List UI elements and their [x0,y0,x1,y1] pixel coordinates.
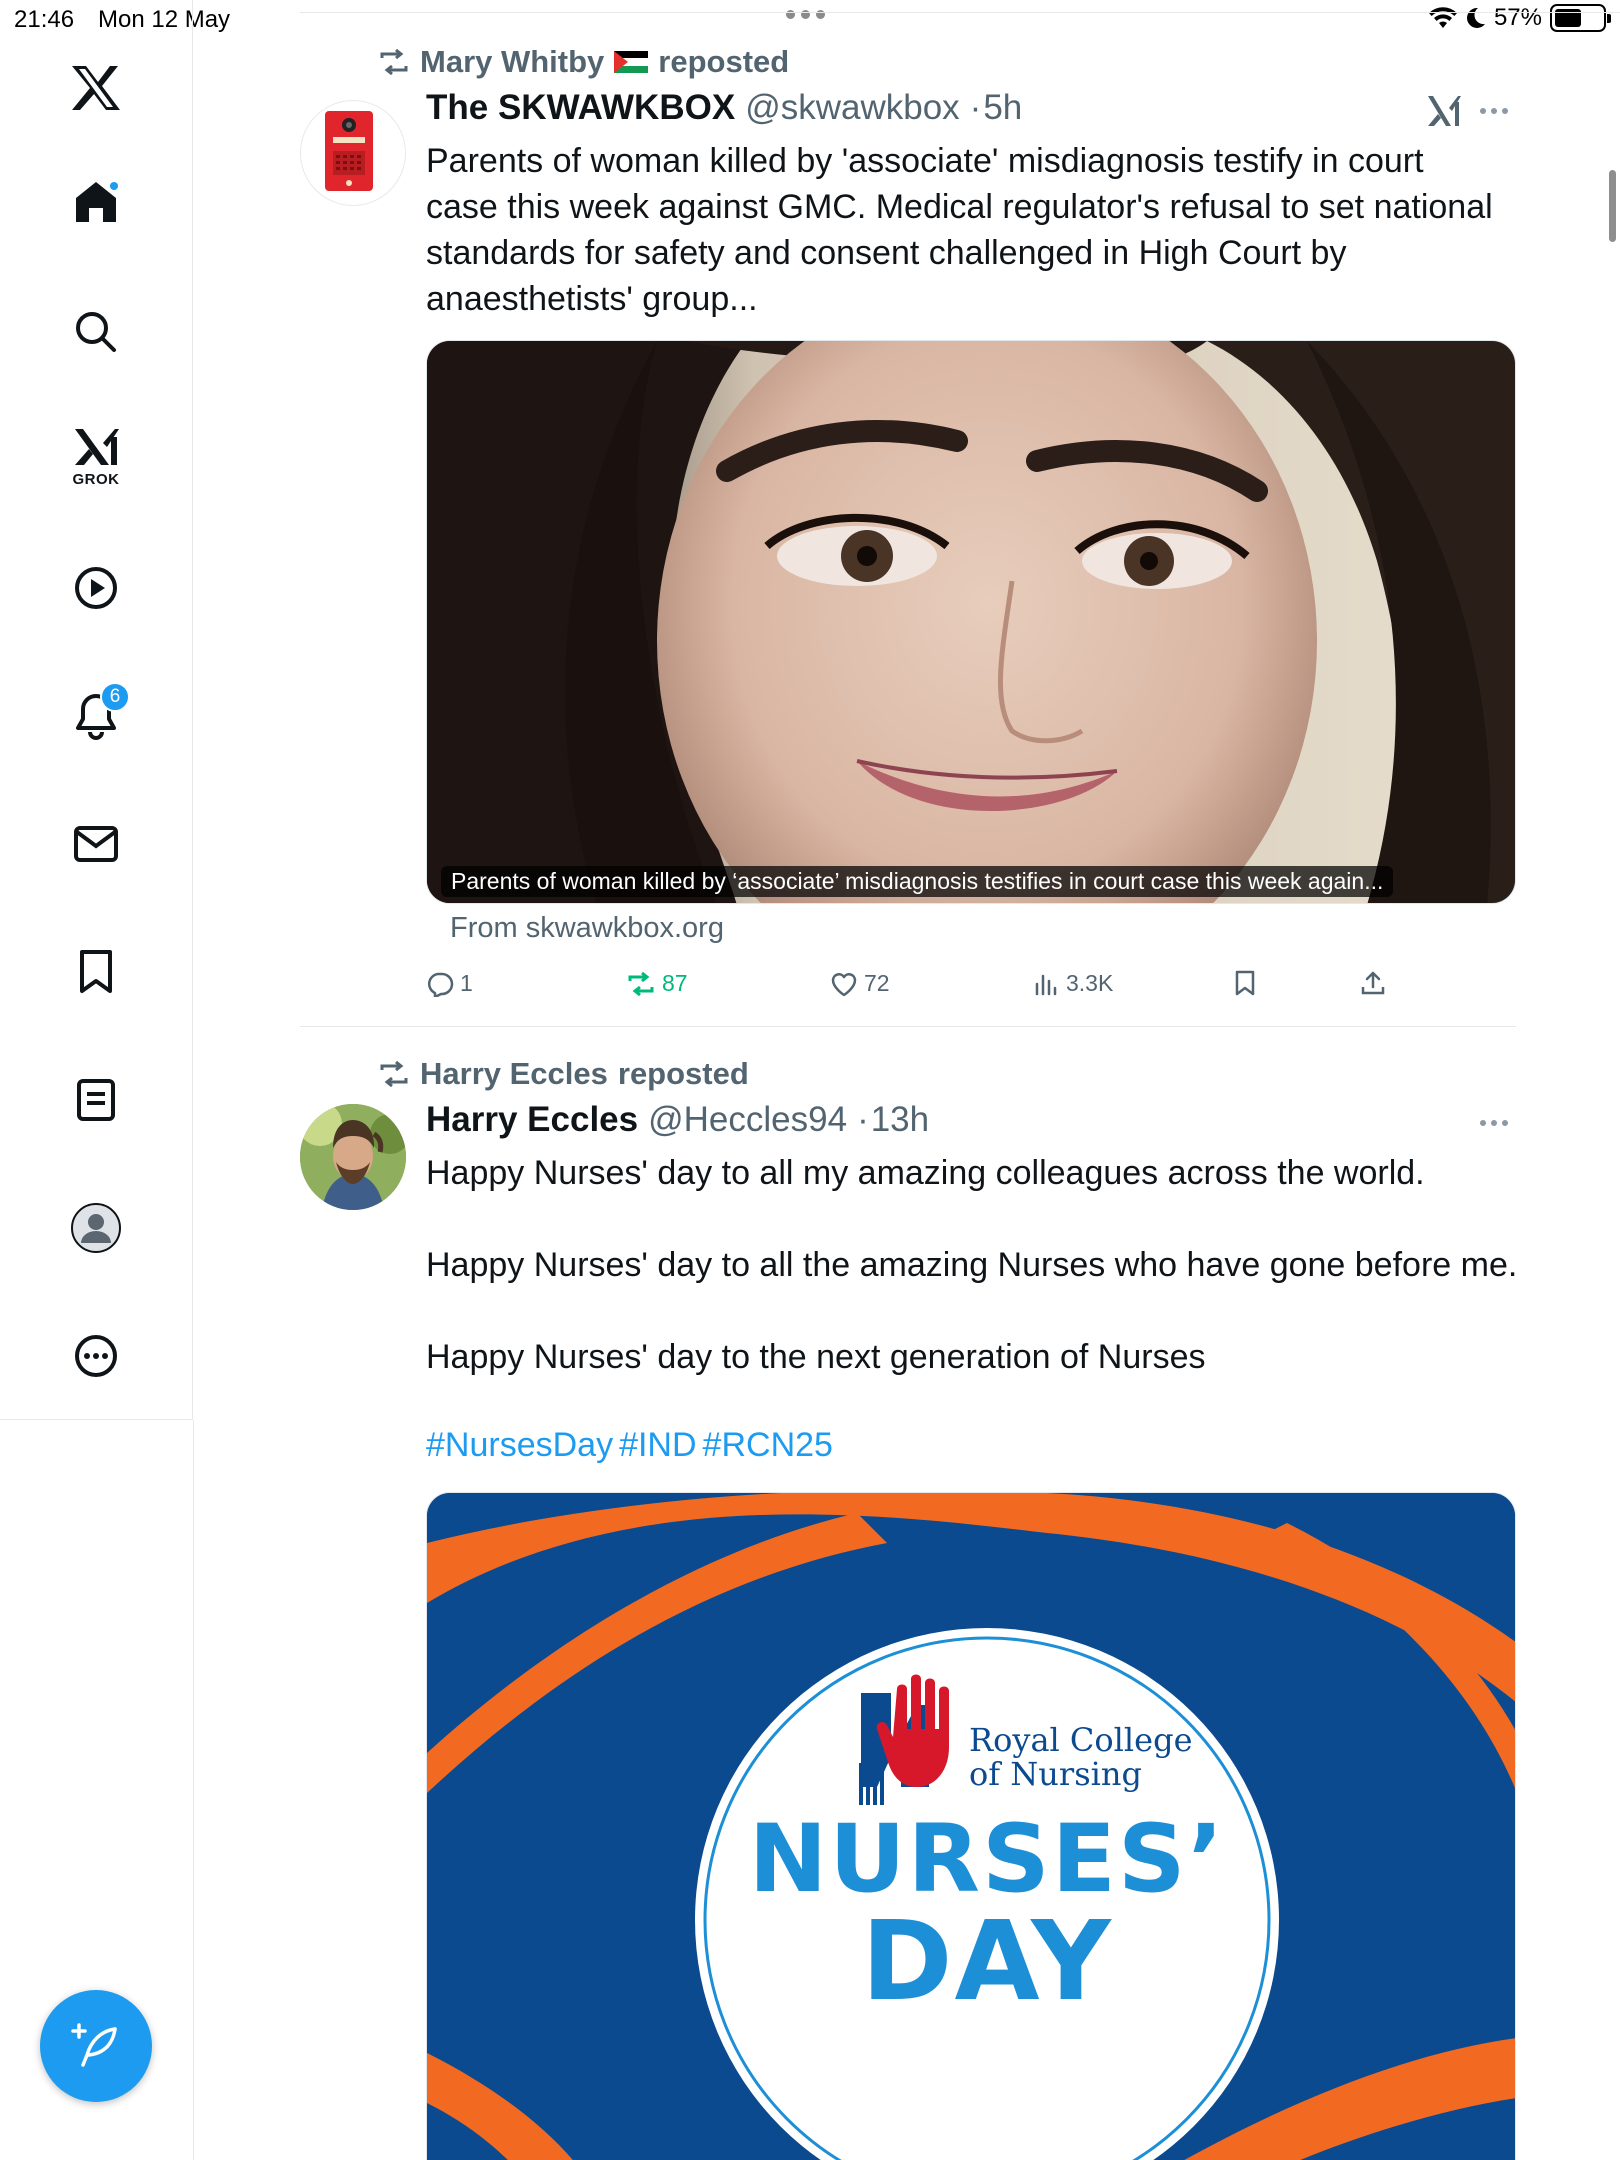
like-count: 72 [864,970,890,996]
heart-icon [831,972,857,996]
author-name[interactable]: The SKWAWKBOX [426,88,735,128]
moon-icon [1466,7,1485,28]
day-headline: DAY [861,1897,1113,2025]
sidebar-item-explore[interactable] [48,284,144,380]
sidebar-item-notifications[interactable]: 6 [48,668,144,764]
rcn-org-line: Royal College [969,1721,1193,1759]
sidebar: GROK 6 [0,0,193,1420]
link-source[interactable]: From skwawkbox.org [450,912,724,945]
home-new-dot [108,180,120,192]
sidebar-border [193,1420,194,2160]
bookmark-button[interactable] [1234,970,1256,996]
link-card-caption: Parents of woman killed by ‘associate’ m… [441,866,1394,897]
repost-icon [380,1061,408,1087]
like-button[interactable]: 72 [830,970,890,997]
tweet-header: Harry Eccles @Heccles94 · 13h [426,1100,929,1140]
tweet-text-line: Parents of woman killed by 'associate' m… [426,142,1424,180]
views-icon [1035,974,1057,995]
x-logo-icon[interactable] [48,40,144,136]
sidebar-item-lists[interactable] [48,1052,144,1148]
tweet-text-line: standards for safety and consent challen… [426,234,1347,272]
tweet-text: Parents of woman killed by 'associate' m… [426,138,1526,322]
separator-dot: · [857,1100,869,1139]
hashtag-link[interactable]: #RCN25 [703,1426,833,1465]
search-icon [76,312,116,352]
tweet-text-line: Happy Nurses' day to the next generation… [426,1338,1206,1376]
hashtag-link[interactable]: #NursesDay [426,1426,613,1465]
more-circle-icon [75,1335,117,1377]
reposter-name[interactable]: Harry Eccles [420,1056,608,1092]
views-button[interactable]: 3.3K [1034,970,1113,997]
portrait-photo [427,341,1515,903]
reply-count: 1 [460,970,473,996]
tweet-text: Happy Nurses' day to the next generation… [426,1334,1526,1380]
tweet-text-line: Happy Nurses' day to all the amazing Nur… [426,1246,1518,1284]
share-button[interactable] [1360,970,1386,996]
hashtag-link[interactable]: #IND [619,1426,696,1465]
sidebar-item-grok[interactable]: GROK [48,408,144,504]
share-icon [1361,971,1385,995]
repost-count: 87 [662,970,688,996]
tweet-image[interactable]: Royal College of Nursing NURSES’ DAY [426,1492,1516,2160]
tweet-text-line: Happy Nurses' day to all my amazing coll… [426,1154,1425,1192]
play-icon [75,567,117,609]
palestine-flag-icon [614,51,649,73]
sidebar-item-profile[interactable] [48,1180,144,1276]
author-name[interactable]: Harry Eccles [426,1100,638,1140]
scrollbar[interactable] [1609,170,1616,242]
separator-dot: · [969,88,982,127]
profile-icon [71,1203,121,1253]
top-divider [300,12,1620,13]
author-handle[interactable]: @skwawkbox [745,88,959,128]
avatar[interactable] [300,1104,406,1210]
grok-icon [75,428,119,465]
grok-explain-icon[interactable] [1426,94,1462,128]
sidebar-item-videos[interactable] [48,540,144,636]
envelope-icon [74,826,118,862]
reposted-label: reposted [658,44,790,79]
tweet-text: Happy Nurses' day to all my amazing coll… [426,1150,1526,1196]
rcn-org-name: Royal College of Nursing [969,1723,1193,1791]
notifications-badge: 6 [100,682,130,712]
sidebar-item-bookmarks[interactable] [48,924,144,1020]
list-icon [77,1079,115,1121]
avatar[interactable] [300,100,406,206]
wifi-icon [1428,7,1457,28]
author-handle[interactable]: @Heccles94 [648,1100,847,1140]
repost-icon [380,49,408,75]
compose-icon [71,2023,117,2067]
bookmark-icon [80,950,112,993]
sidebar-item-home[interactable] [48,154,144,250]
compose-button[interactable] [40,1990,152,2102]
tweet-actions: 1 87 72 3.3K [426,970,1526,1010]
sidebar-item-messages[interactable] [48,796,144,892]
status-indicators: 57% [1428,4,1611,32]
rcn-org-line: of Nursing [969,1755,1142,1793]
tweet-divider [300,1026,1516,1027]
hashtags: #NursesDay #IND #RCN25 [426,1426,833,1465]
reply-icon [428,972,454,997]
reposter-name[interactable]: Mary Whitby [420,44,604,80]
sidebar-item-more[interactable] [48,1308,144,1404]
battery-icon [1550,4,1611,32]
repost-icon [628,971,654,996]
more-options-icon[interactable] [1480,1120,1508,1126]
tweet-time[interactable]: 5h [983,88,1022,128]
tweet-text: Happy Nurses' day to all the amazing Nur… [426,1242,1526,1288]
repost-context: Mary Whitby reposted [378,44,789,80]
views-count: 3.3K [1066,970,1114,996]
repost-context: Harry Eccles reposted [378,1056,749,1092]
battery-percent: 57% [1493,4,1542,31]
link-card-image[interactable]: Parents of woman killed by ‘associate’ m… [426,340,1516,904]
repost-button[interactable]: 87 [626,970,688,997]
grok-label: GROK [72,470,120,488]
tweet-text-line: case this week against GMC. Medical regu… [426,188,1493,226]
bookmark-icon [1235,970,1255,996]
tweet-text-line: anaesthetists' group... [426,280,758,318]
tweet-header: The SKWAWKBOX @skwawkbox · 5h [426,88,1022,128]
more-options-icon[interactable] [1480,108,1508,114]
reply-button[interactable]: 1 [426,970,473,997]
tweet-time[interactable]: 13h [871,1100,929,1140]
reposted-label: reposted [617,1056,749,1091]
